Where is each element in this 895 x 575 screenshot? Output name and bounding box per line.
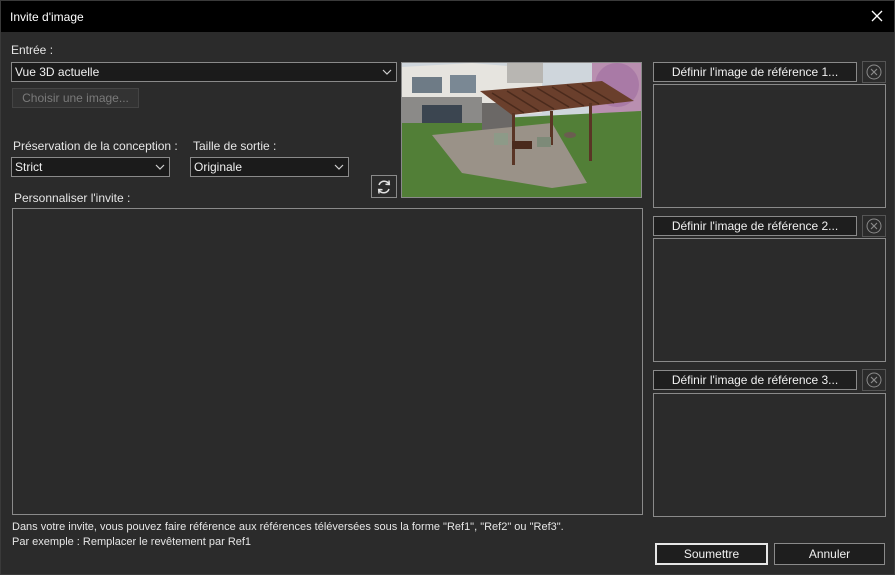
window-title: Invite d'image xyxy=(10,10,84,24)
input-source-select[interactable]: Vue 3D actuelle xyxy=(11,62,397,82)
close-icon xyxy=(871,10,883,22)
choose-image-button[interactable]: Choisir une image... xyxy=(12,88,139,108)
set-reference-1-button[interactable]: Définir l'image de référence 1... xyxy=(653,62,857,82)
chevron-down-icon xyxy=(382,69,392,75)
clear-circle-icon xyxy=(866,64,882,80)
house-render-image xyxy=(402,63,641,197)
design-preservation-value: Strict xyxy=(15,160,43,174)
preview-image xyxy=(401,62,642,198)
prompt-label: Personnaliser l'invite : xyxy=(14,191,131,205)
close-button[interactable] xyxy=(864,4,890,28)
input-source-value: Vue 3D actuelle xyxy=(15,65,100,79)
clear-reference-3-button[interactable] xyxy=(862,369,886,391)
cancel-button[interactable]: Annuler xyxy=(774,543,885,565)
prompt-textarea[interactable] xyxy=(12,208,643,515)
hint-text-line-1: Dans votre invite, vous pouvez faire réf… xyxy=(12,521,564,533)
reference-2-image-box xyxy=(653,238,886,362)
clear-circle-icon xyxy=(866,372,882,388)
set-reference-2-button[interactable]: Définir l'image de référence 2... xyxy=(653,216,857,236)
submit-button[interactable]: Soumettre xyxy=(655,543,768,565)
reference-3-image-box xyxy=(653,393,886,517)
output-size-value: Originale xyxy=(194,160,243,174)
clear-reference-1-button[interactable] xyxy=(862,61,886,83)
title-bar: Invite d'image xyxy=(1,1,894,32)
output-size-label: Taille de sortie : xyxy=(193,139,277,153)
design-preservation-select[interactable]: Strict xyxy=(11,157,170,177)
output-size-select[interactable]: Originale xyxy=(190,157,349,177)
hint-text-line-2: Par exemple : Remplacer le revêtement pa… xyxy=(12,536,252,548)
refresh-preview-button[interactable] xyxy=(371,175,397,198)
clear-circle-icon xyxy=(866,218,882,234)
refresh-icon xyxy=(377,179,391,194)
image-prompt-dialog: Invite d'image Entrée : Vue 3D actuelle … xyxy=(0,0,895,575)
chevron-down-icon xyxy=(155,164,165,170)
design-preservation-label: Préservation de la conception : xyxy=(13,139,178,153)
chevron-down-icon xyxy=(334,164,344,170)
set-reference-3-button[interactable]: Définir l'image de référence 3... xyxy=(653,370,857,390)
clear-reference-2-button[interactable] xyxy=(862,215,886,237)
reference-1-image-box xyxy=(653,84,886,208)
input-label: Entrée : xyxy=(11,43,54,57)
